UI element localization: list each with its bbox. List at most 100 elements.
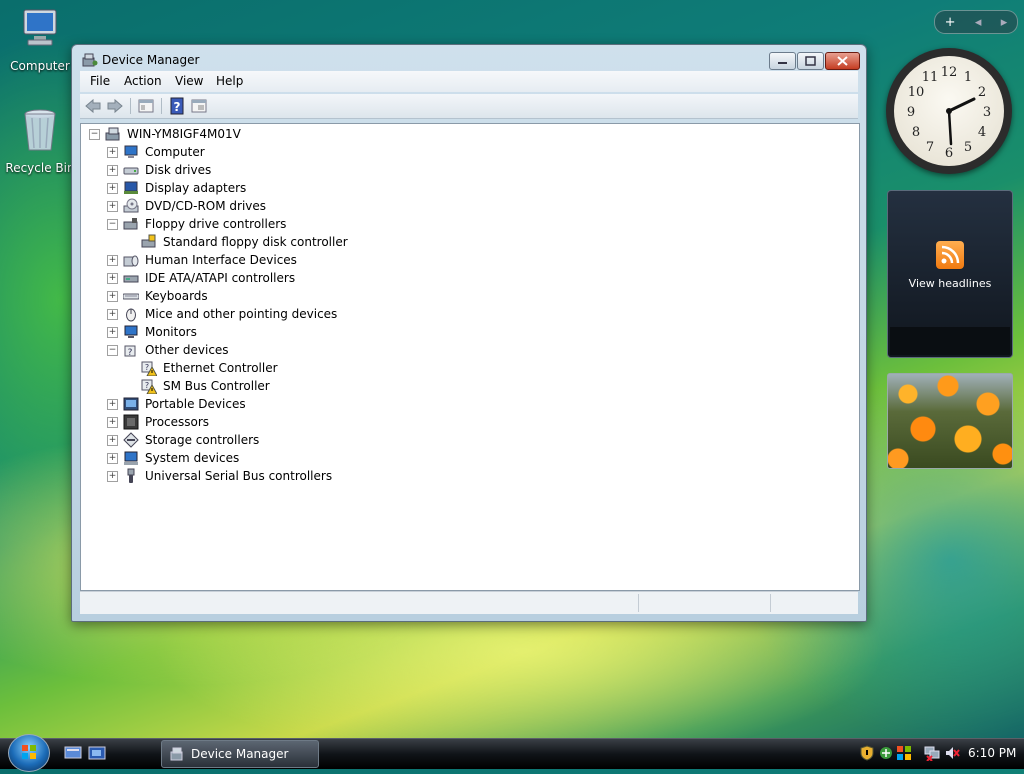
expand-toggle[interactable]: + <box>107 182 118 194</box>
tree-item[interactable]: − Floppy drive controllers <box>107 215 286 233</box>
desktop-icon-label: Computer <box>10 59 70 73</box>
close-icon <box>837 56 848 66</box>
windows-update-icon[interactable] <box>896 745 912 764</box>
tree-child-label: Standard floppy disk controller <box>163 235 348 249</box>
security-shield-icon[interactable] <box>860 745 874 764</box>
expand-toggle[interactable]: + <box>107 272 118 284</box>
tree-item[interactable]: + Portable Devices <box>107 395 246 413</box>
dvd-drive-icon <box>123 198 139 214</box>
expand-toggle[interactable]: + <box>107 470 118 482</box>
feed-headlines-gadget[interactable]: View headlines <box>887 190 1013 358</box>
hid-icon <box>123 252 139 268</box>
previous-page-button[interactable]: ◂ <box>975 15 982 30</box>
expand-toggle[interactable]: + <box>107 398 118 410</box>
status-bar <box>80 591 858 614</box>
tree-item[interactable]: + Monitors <box>107 323 197 341</box>
slideshow-gadget[interactable] <box>887 373 1013 469</box>
tree-item[interactable]: + IDE ATA/ATAPI controllers <box>107 269 295 287</box>
next-page-button[interactable]: ▸ <box>1001 15 1008 30</box>
tree-item[interactable]: + Mice and other pointing devices <box>107 305 337 323</box>
expand-toggle[interactable]: + <box>107 200 118 212</box>
network-sharing-icon[interactable] <box>878 745 894 764</box>
menu-file[interactable]: File <box>90 74 110 88</box>
tree-item[interactable]: + Storage controllers <box>107 431 259 449</box>
maximize-button[interactable] <box>797 52 824 70</box>
svg-text:?: ? <box>174 100 181 114</box>
expand-toggle[interactable]: + <box>107 164 118 176</box>
tree-root-label: WIN-YM8IGF4M01V <box>127 127 241 141</box>
toolbar-separator <box>161 98 162 114</box>
title-bar[interactable]: Device Manager <box>72 45 866 73</box>
properties-icon[interactable] <box>137 97 155 115</box>
desktop-icon-computer[interactable]: Computer <box>0 4 80 73</box>
flowers-photo <box>888 374 1012 468</box>
tree-item-label: Processors <box>145 415 210 429</box>
tree-item[interactable]: + Processors <box>107 413 209 431</box>
tree-item[interactable]: + Computer <box>107 143 205 161</box>
start-button[interactable] <box>8 734 50 772</box>
clock-number: 10 <box>908 85 925 100</box>
show-desktop-icon[interactable] <box>64 746 82 760</box>
tree-item[interactable]: + Disk drives <box>107 161 211 179</box>
processor-icon <box>123 414 139 430</box>
toolbar-separator <box>130 98 131 114</box>
add-gadget-button[interactable]: + <box>945 15 956 30</box>
view-headlines-link[interactable]: View headlines <box>888 277 1012 290</box>
expand-toggle[interactable]: + <box>107 254 118 266</box>
expand-toggle[interactable]: + <box>107 434 118 446</box>
switch-windows-icon[interactable] <box>88 746 106 760</box>
tree-item[interactable]: + System devices <box>107 449 239 467</box>
network-disconnected-icon[interactable] <box>924 745 940 764</box>
menu-action[interactable]: Action <box>124 74 162 88</box>
svg-text:?: ? <box>145 363 149 372</box>
tree-root[interactable]: − WIN-YM8IGF4M01V <box>89 125 241 143</box>
expand-toggle[interactable]: + <box>107 146 118 158</box>
tree-child[interactable]: ? Ethernet Controller <box>141 359 278 377</box>
clock-number: 1 <box>964 70 972 85</box>
desktop-icon-recycle-bin[interactable]: Recycle Bin <box>0 106 80 175</box>
device-tree[interactable]: − WIN-YM8IGF4M01V + Computer + Disk driv… <box>80 123 860 591</box>
taskbar-button-device-manager[interactable]: Device Manager <box>161 740 319 768</box>
device-manager-icon <box>82 53 98 70</box>
expand-toggle[interactable]: + <box>107 290 118 302</box>
tree-child[interactable]: Standard floppy disk controller <box>141 233 348 251</box>
tree-item-label: Mice and other pointing devices <box>145 307 338 321</box>
expand-toggle[interactable]: + <box>107 452 118 464</box>
tree-item[interactable]: − ? Other devices <box>107 341 229 359</box>
menu-view[interactable]: View <box>175 74 203 88</box>
tree-item[interactable]: + Human Interface Devices <box>107 251 297 269</box>
tree-item[interactable]: + Display adapters <box>107 179 246 197</box>
storage-controller-icon <box>123 432 139 448</box>
taskbar-clock[interactable]: 6:10 PM <box>968 746 1016 760</box>
close-button[interactable] <box>825 52 860 70</box>
back-icon[interactable] <box>84 97 102 115</box>
usb-icon <box>123 468 139 484</box>
tree-item-label: Storage controllers <box>145 433 260 447</box>
minimize-button[interactable] <box>769 52 796 70</box>
volume-muted-icon[interactable] <box>944 745 960 764</box>
tree-item-label: IDE ATA/ATAPI controllers <box>145 271 296 285</box>
help-icon[interactable]: ? <box>168 97 186 115</box>
tree-item[interactable]: + Universal Serial Bus controllers <box>107 467 332 485</box>
collapse-toggle[interactable]: − <box>89 128 100 140</box>
collapse-toggle[interactable]: − <box>107 218 118 230</box>
maximize-icon <box>805 56 816 66</box>
expand-toggle[interactable]: + <box>107 308 118 320</box>
expand-toggle[interactable]: + <box>107 326 118 338</box>
update-driver-icon[interactable] <box>190 97 208 115</box>
mouse-icon <box>123 306 139 322</box>
tree-item[interactable]: + Keyboards <box>107 287 208 305</box>
tree-item-label: Computer <box>145 145 205 159</box>
tree-child[interactable]: ? SM Bus Controller <box>141 377 270 395</box>
expand-toggle[interactable]: + <box>107 416 118 428</box>
clock-face: 12 1 2 3 4 5 6 7 8 9 10 11 <box>894 56 1004 166</box>
unknown-device-icon: ? <box>123 342 139 358</box>
forward-icon[interactable] <box>106 97 124 115</box>
menu-help[interactable]: Help <box>216 74 243 88</box>
keyboard-icon <box>122 288 140 304</box>
tree-item-label: Monitors <box>145 325 197 339</box>
tree-item[interactable]: + DVD/CD-ROM drives <box>107 197 266 215</box>
clock-minute-hand <box>947 109 953 146</box>
clock-gadget[interactable]: 12 1 2 3 4 5 6 7 8 9 10 11 <box>886 48 1012 174</box>
collapse-toggle[interactable]: − <box>107 344 118 356</box>
